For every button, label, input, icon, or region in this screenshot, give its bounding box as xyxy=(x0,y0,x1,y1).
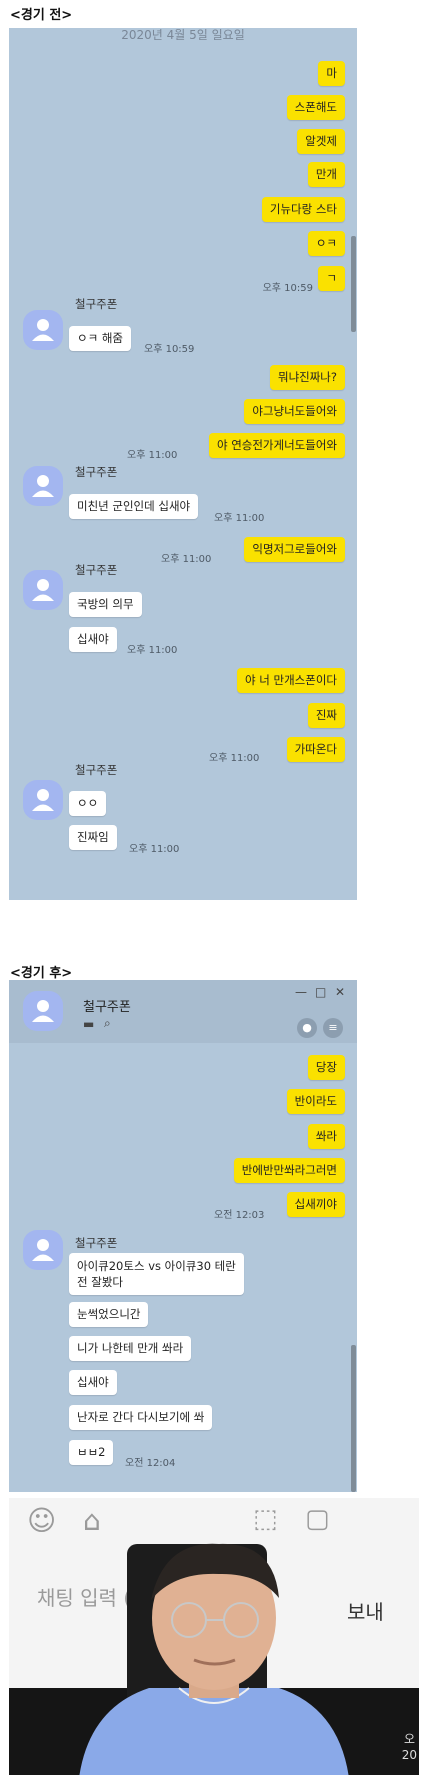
sender-name: 철구주폰 xyxy=(75,563,118,577)
emoji-icon[interactable]: ☺ xyxy=(27,1504,56,1537)
sender-name: 철구주폰 xyxy=(75,297,118,311)
chat-header: 철구주폰 ▬ ⌕ — □ ✕ ● ≡ xyxy=(9,980,357,1043)
my-message: 기뉴다랑 스타 xyxy=(261,197,345,222)
drawer-icon[interactable]: ▬ xyxy=(83,1017,94,1031)
my-message: 반에반만쏴라그러면 xyxy=(233,1158,345,1183)
avatar[interactable] xyxy=(23,570,63,610)
timestamp: 오후 11:00 xyxy=(127,450,178,461)
schedule-icon[interactable]: ▢ xyxy=(305,1504,330,1534)
my-message: 마 xyxy=(318,61,345,86)
person-icon xyxy=(32,319,54,341)
other-message: ㅂㅂ2 xyxy=(69,1440,114,1465)
my-message: 야 너 만개스폰이다 xyxy=(237,668,345,693)
other-message: 십새야 xyxy=(69,627,117,652)
other-message: 난자로 간다 다시보기에 쏴 xyxy=(69,1405,213,1430)
maximize-icon[interactable]: □ xyxy=(315,985,326,999)
my-message: 야 연승전가게너도들어와 xyxy=(208,433,345,458)
timestamp: 오후 11:00 xyxy=(161,554,212,565)
sender-name: 철구주폰 xyxy=(75,465,118,479)
corner-text: 오 xyxy=(403,1732,415,1746)
my-message: 반이라도 xyxy=(286,1089,345,1114)
my-message: 야그냥너도들어와 xyxy=(244,399,345,424)
my-message: 진짜 xyxy=(307,703,345,728)
person-icon xyxy=(32,579,54,601)
person-icon xyxy=(32,1000,54,1022)
my-message: 십새끼야 xyxy=(286,1192,345,1217)
date-divider: 2020년 4월 5일 일요일 xyxy=(121,28,245,42)
menu-icon[interactable]: ≡ xyxy=(323,1018,343,1038)
other-message: 아이큐20토스 vs 아이큐30 테란 전 잘봤다 xyxy=(69,1253,244,1295)
timestamp: 오후 11:00 xyxy=(209,753,260,764)
other-message: 눈썩었으니간 xyxy=(69,1302,149,1327)
other-message: ㅇㅇ xyxy=(69,791,107,816)
message-line: 아이큐20토스 vs 아이큐30 테란 xyxy=(77,1259,236,1273)
other-message: 국방의 의무 xyxy=(69,592,142,617)
my-message: 당장 xyxy=(307,1055,345,1080)
my-message: 만개 xyxy=(307,162,345,187)
streamer-video: ☺ ⌂ ⬚ ▢ 채팅 입력 ( 보내 오 20 xyxy=(9,1498,419,1775)
timestamp: 오후 11:00 xyxy=(214,513,265,524)
person-icon xyxy=(32,475,54,497)
bell-icon[interactable]: ⌂ xyxy=(83,1504,101,1537)
notification-bell-icon[interactable]: ● xyxy=(297,1018,317,1038)
timestamp: 오후 11:00 xyxy=(127,645,178,656)
message-line: 전 잘봤다 xyxy=(77,1275,123,1289)
heading-after: <경기 후> xyxy=(10,966,73,981)
person-image xyxy=(79,1543,349,1775)
avatar[interactable] xyxy=(23,466,63,506)
chat-title: 철구주폰 xyxy=(83,1000,131,1015)
scrollbar[interactable] xyxy=(351,236,356,332)
timestamp: 오전 12:04 xyxy=(125,1458,176,1469)
my-message: 알겟제 xyxy=(297,129,345,154)
sender-name: 철구주폰 xyxy=(75,763,118,777)
search-icon[interactable]: ⌕ xyxy=(104,1016,111,1031)
other-message: 십새야 xyxy=(69,1370,117,1395)
minimize-icon[interactable]: — xyxy=(295,985,307,999)
close-icon[interactable]: ✕ xyxy=(335,985,345,999)
avatar[interactable] xyxy=(23,1230,63,1270)
avatar[interactable] xyxy=(23,991,63,1031)
other-message: ㅇㅋ 해줌 xyxy=(69,326,131,351)
heading-before: <경기 전> xyxy=(10,8,73,23)
avatar[interactable] xyxy=(23,310,63,350)
my-message: ㄱ xyxy=(318,266,345,291)
my-message: 익명저그로들어와 xyxy=(244,537,345,562)
person-icon xyxy=(32,1239,54,1261)
timestamp: 오후 10:59 xyxy=(262,283,313,294)
person-icon xyxy=(32,789,54,811)
avatar[interactable] xyxy=(23,780,63,820)
my-message: 스폰해도 xyxy=(286,95,345,120)
corner-text-2: 20 xyxy=(401,1748,417,1762)
chat-window-after: 철구주폰 ▬ ⌕ — □ ✕ ● ≡ 당장 반이라도 쏴라 반에반만쏴라그러면 … xyxy=(9,980,357,1492)
timestamp: 오후 11:00 xyxy=(129,844,180,855)
other-message: 진짜임 xyxy=(69,825,117,850)
timestamp: 오후 10:59 xyxy=(144,344,195,355)
my-message: 쏴라 xyxy=(307,1124,345,1149)
timestamp: 오전 12:03 xyxy=(214,1210,265,1221)
other-message: 미친년 군인인데 십새야 xyxy=(69,494,199,519)
my-message: ㅇㅋ xyxy=(307,231,345,256)
other-message: 니가 나한테 만개 쏴라 xyxy=(69,1336,192,1361)
capture-icon[interactable]: ⬚ xyxy=(253,1504,278,1534)
my-message: 가따온다 xyxy=(286,737,345,762)
my-message: 뭐냐진짜나? xyxy=(269,365,345,390)
chat-window-before: 2020년 4월 5일 일요일 마 스폰해도 알겟제 만개 기뉴다랑 스타 ㅇㅋ… xyxy=(9,28,357,900)
scrollbar[interactable] xyxy=(351,1345,356,1492)
sender-name: 철구주폰 xyxy=(75,1236,118,1250)
